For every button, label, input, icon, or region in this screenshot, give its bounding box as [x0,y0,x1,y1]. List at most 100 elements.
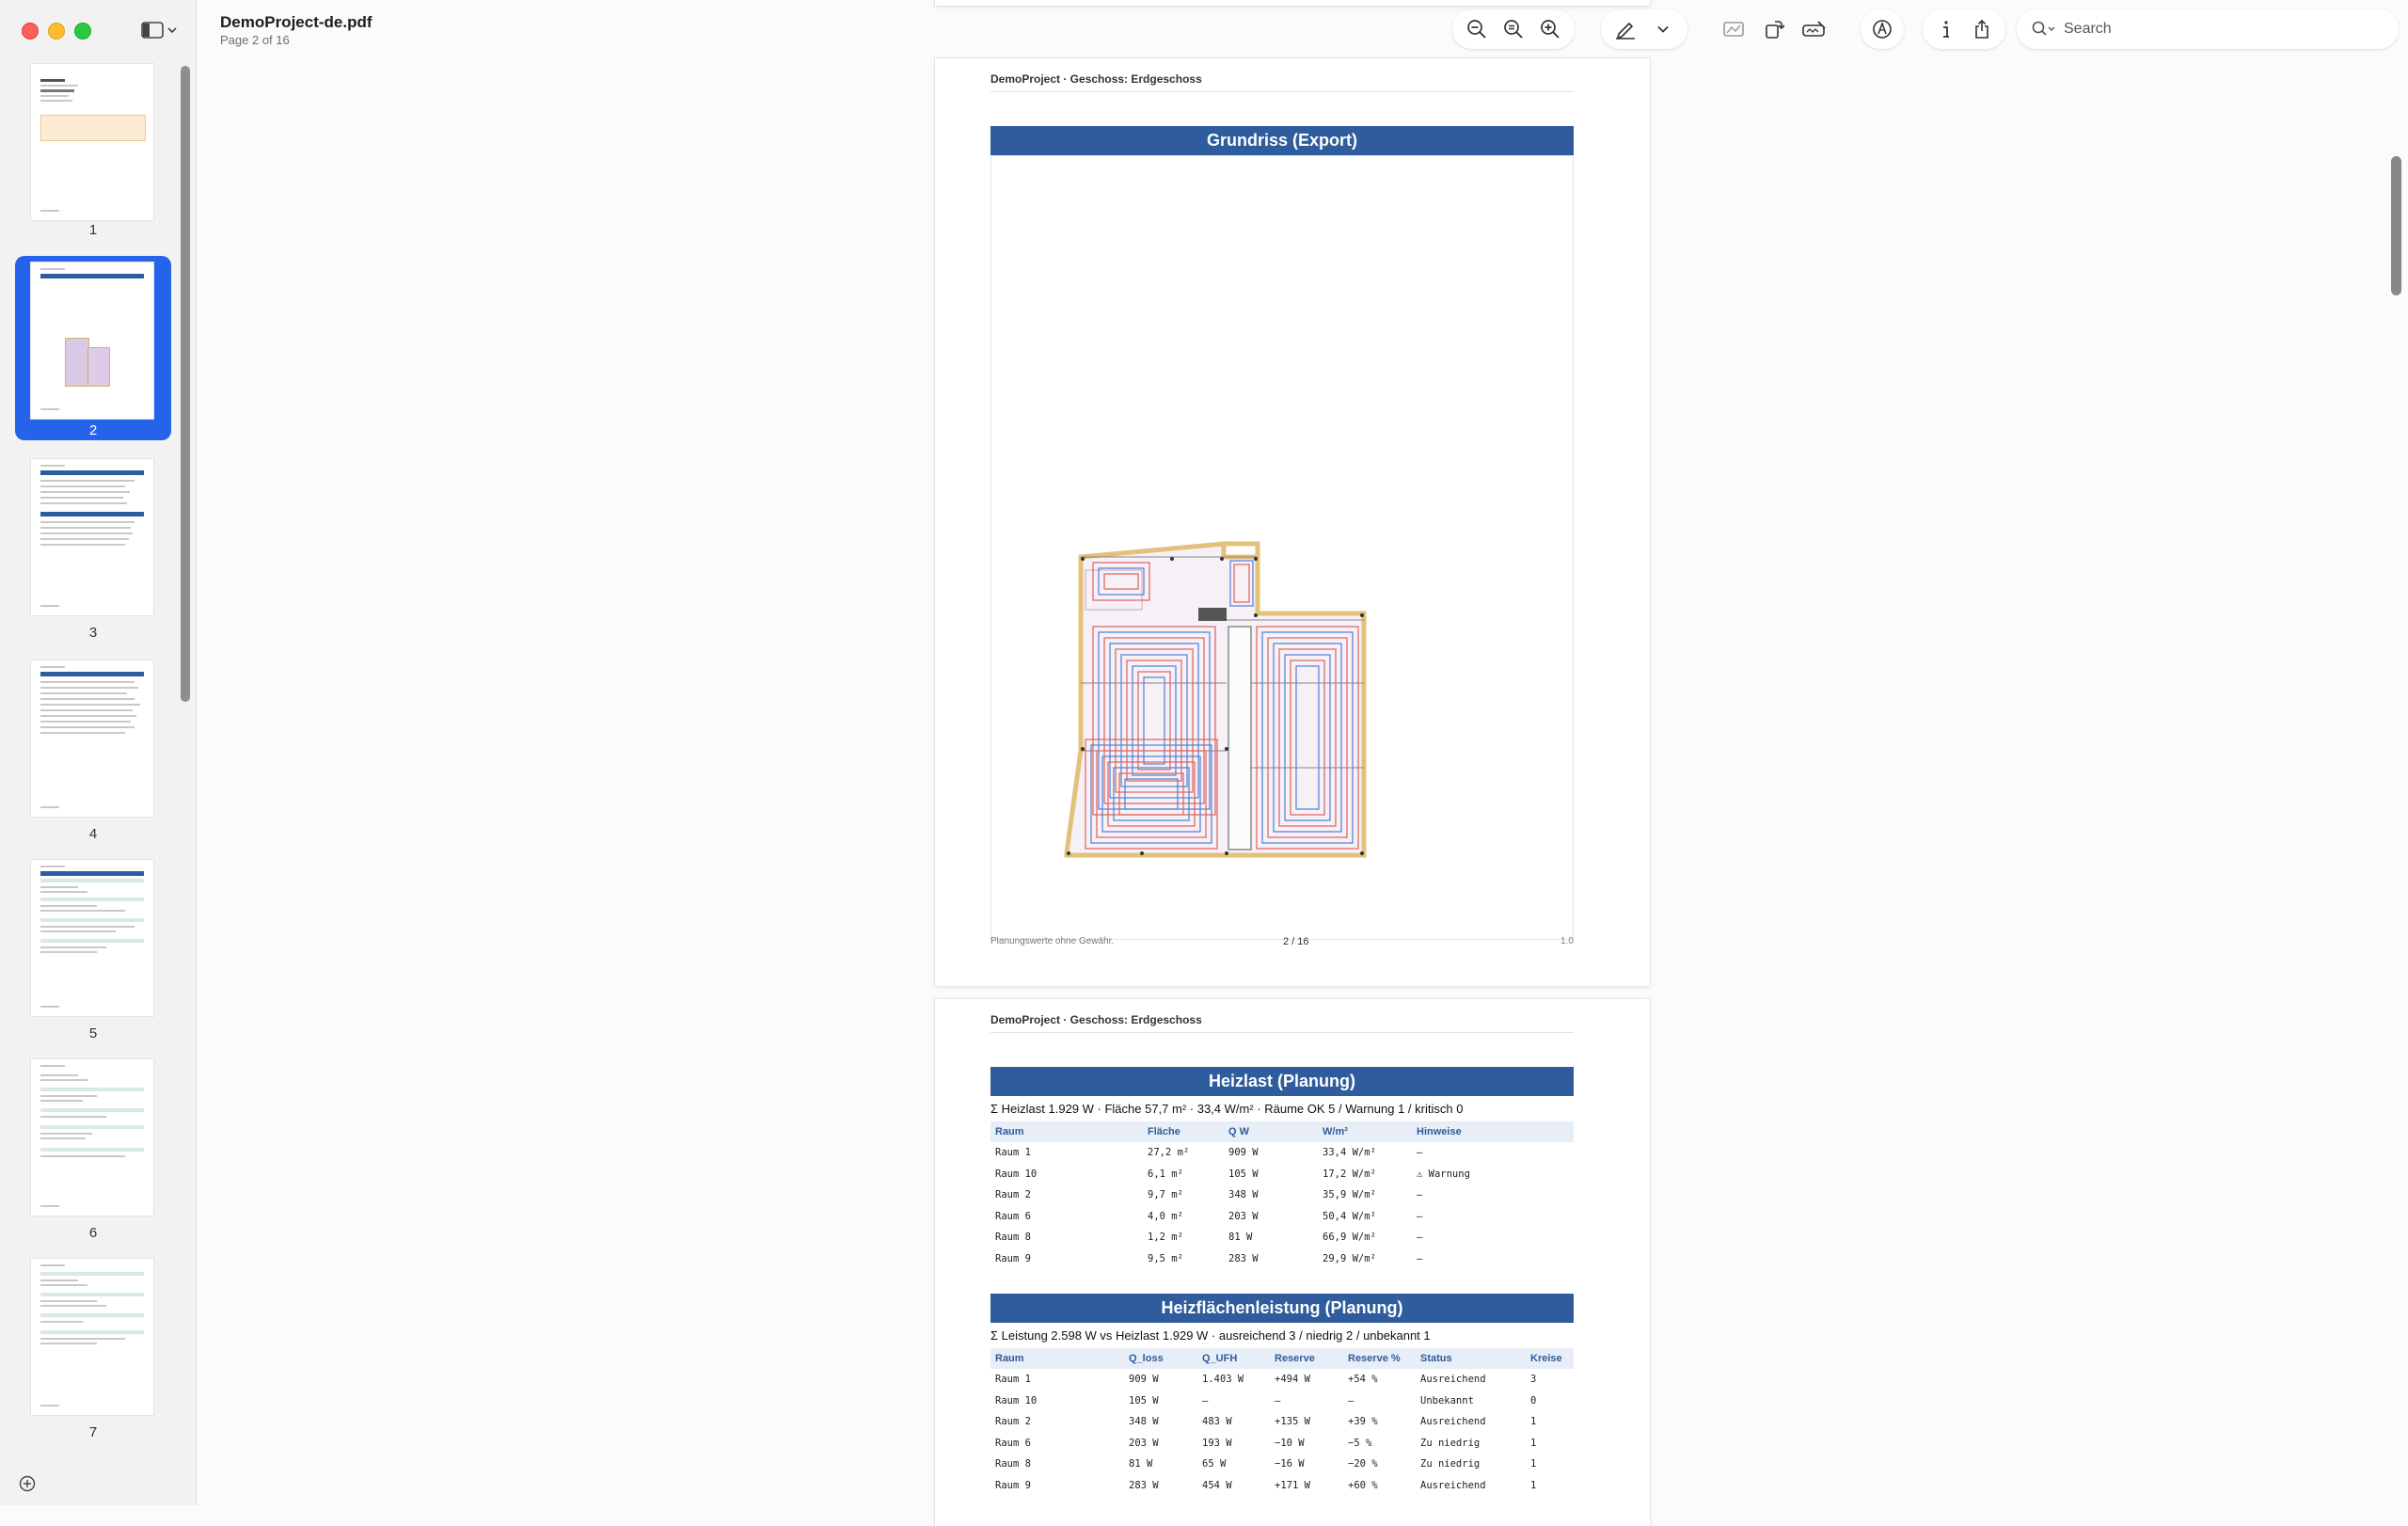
table-cell: +54 % [1348,1374,1378,1386]
share-icon [1975,19,1988,39]
table-cell: Raum 9 [995,1252,1031,1264]
thumbnail-page-1[interactable]: 1 [15,62,171,250]
search-field[interactable] [2017,9,2399,49]
search-input[interactable] [2062,20,2376,39]
thumbnail-label: 6 [88,1225,98,1241]
zoom-out-icon [1466,20,1486,39]
thumbnail-preview [31,459,153,615]
table-cell: +39 % [1348,1416,1378,1428]
table-header-row: Raum Fläche Q W W/m² Hinweise [990,1121,1574,1142]
crop-icon [1723,22,1745,37]
table-cell: 203 W [1228,1210,1259,1222]
table-cell: 1 [1530,1416,1537,1428]
table-cell: 1 [1530,1458,1537,1470]
table-cell: — [1417,1147,1423,1159]
table-cell: −20 % [1348,1458,1378,1470]
highlight-options-button[interactable] [1647,13,1679,45]
table-cell: Zu niedrig [1420,1458,1481,1470]
column-header: Status [1416,1348,1526,1369]
document-scrollbar[interactable] [2391,156,2401,295]
table-cell: Raum 10 [995,1168,1038,1180]
table-cell: — [1275,1394,1281,1407]
column-header: Q W [1224,1121,1318,1142]
table-cell: 35,9 W/m² [1323,1189,1376,1201]
pdf-page-1-bottom [935,0,1650,6]
table-cell: Raum 9 [995,1479,1031,1491]
header-divider [990,1032,1574,1033]
share-button[interactable] [1966,13,1998,45]
table-cell: 105 W [1228,1168,1259,1180]
page-footer-center: 2 / 16 [1283,936,1309,947]
table-cell: Raum 1 [995,1374,1031,1386]
table-cell: Raum 2 [995,1189,1031,1201]
markup-button[interactable] [1866,13,1898,45]
table-cell: +494 W [1275,1374,1310,1386]
pdf-page-3: DemoProject · Geschoss: Erdgeschoss Heiz… [935,999,1650,1526]
thumbnail-preview [31,860,153,1016]
crop-button[interactable] [1718,13,1750,45]
document-controls [1923,9,2005,49]
minimize-window-button[interactable] [48,23,65,40]
table-cell: Raum 8 [995,1458,1031,1470]
annotate-button[interactable] [1798,13,1830,45]
column-header: Hinweise [1412,1121,1574,1142]
sidebar-scrollbar[interactable] [181,66,190,702]
table-row: Raum 10 105 W — — — Unbekannt 0 [990,1391,1574,1412]
thumbnail-label: 1 [88,222,98,238]
table-row: Raum 2 348 W 483 W +135 W +39 % Ausreichend 1 [990,1411,1574,1433]
table-cell: — [1417,1232,1423,1244]
thumbnail-label: 7 [88,1424,98,1440]
markup-controls [1861,9,1904,49]
table-cell: 66,9 W/m² [1323,1232,1376,1244]
rotate-button[interactable] [1758,13,1790,45]
table-cell: 50,4 W/m² [1323,1210,1376,1222]
table-row: Raum 8 81 W 65 W −16 W −20 % Zu niedrig 1 [990,1454,1574,1475]
page-footer-right: 1.0 [1560,936,1574,946]
table-cell: 1,2 m² [1148,1232,1183,1244]
table-row: Raum 1 909 W 1.403 W +494 W +54 % Ausreichend… [990,1369,1574,1391]
table-cell: 17,2 W/m² [1323,1168,1376,1180]
table-cell: Raum 10 [995,1394,1038,1407]
table-cell: 65 W [1202,1458,1227,1470]
thumbnail-page-2[interactable]: 2 [15,256,171,440]
table-cell: Ausreichend [1420,1416,1486,1428]
zoom-in-button[interactable] [1534,13,1566,45]
table-cell: 81 W [1129,1458,1153,1470]
thumbnail-preview [31,64,153,220]
floor-plan-drawing [1064,541,1367,858]
table-row: Raum 6 4,0 m² 203 W 50,4 W/m² — [990,1206,1574,1228]
maximize-window-button[interactable] [74,23,91,40]
thumbnail-page-7[interactable]: 7 [15,1257,171,1445]
info-button[interactable] [1930,13,1962,45]
thumbnail-preview [31,660,153,817]
thumbnail-page-4[interactable]: 4 [15,659,171,847]
zoom-in-icon [1541,20,1560,39]
thumbnail-page-3[interactable]: 3 [15,457,171,645]
sidebar-toggle-button[interactable] [141,17,184,43]
table-row: Raum 1 27,2 m² 909 W 33,4 W/m² — [990,1142,1574,1164]
thumbnail-list: 1 2 3 4 5 6 7 [0,62,196,1473]
thumbnail-page-6[interactable]: 6 [15,1057,171,1246]
actual-size-button[interactable] [1497,13,1529,45]
chevron-down-icon [167,27,177,34]
table-row: Raum 6 203 W 193 W −10 W −5 % Zu niedrig 1 [990,1433,1574,1454]
thumbnail-preview [31,1259,153,1415]
heizflaeche-table: Raum Q_loss Q_UFH Reserve Reserve % Stat… [990,1348,1574,1496]
column-header: Raum [990,1121,1143,1142]
heizlast-table: Raum Fläche Q W W/m² Hinweise Raum 1 27,2… [990,1121,1574,1269]
add-page-icon[interactable] [19,1475,36,1492]
highlight-button[interactable] [1609,13,1641,45]
table-cell: −16 W [1275,1458,1305,1470]
close-window-button[interactable] [22,23,39,40]
table-cell: +60 % [1348,1479,1378,1491]
thumbnail-preview [31,1059,153,1216]
table-cell: +135 W [1275,1416,1310,1428]
column-header: Q_UFH [1197,1348,1270,1369]
pdf-page-2: DemoProject · Geschoss: Erdgeschoss Grun… [935,58,1650,986]
heizflaeche-summary: Σ Leistung 2.598 W vs Heizlast 1.929 W ·… [990,1328,1431,1343]
thumbnail-page-5[interactable]: 5 [15,858,171,1046]
table-cell: 27,2 m² [1148,1147,1190,1159]
column-header: Q_loss [1124,1348,1197,1369]
zoom-out-button[interactable] [1461,13,1493,45]
table-cell: +171 W [1275,1479,1310,1491]
